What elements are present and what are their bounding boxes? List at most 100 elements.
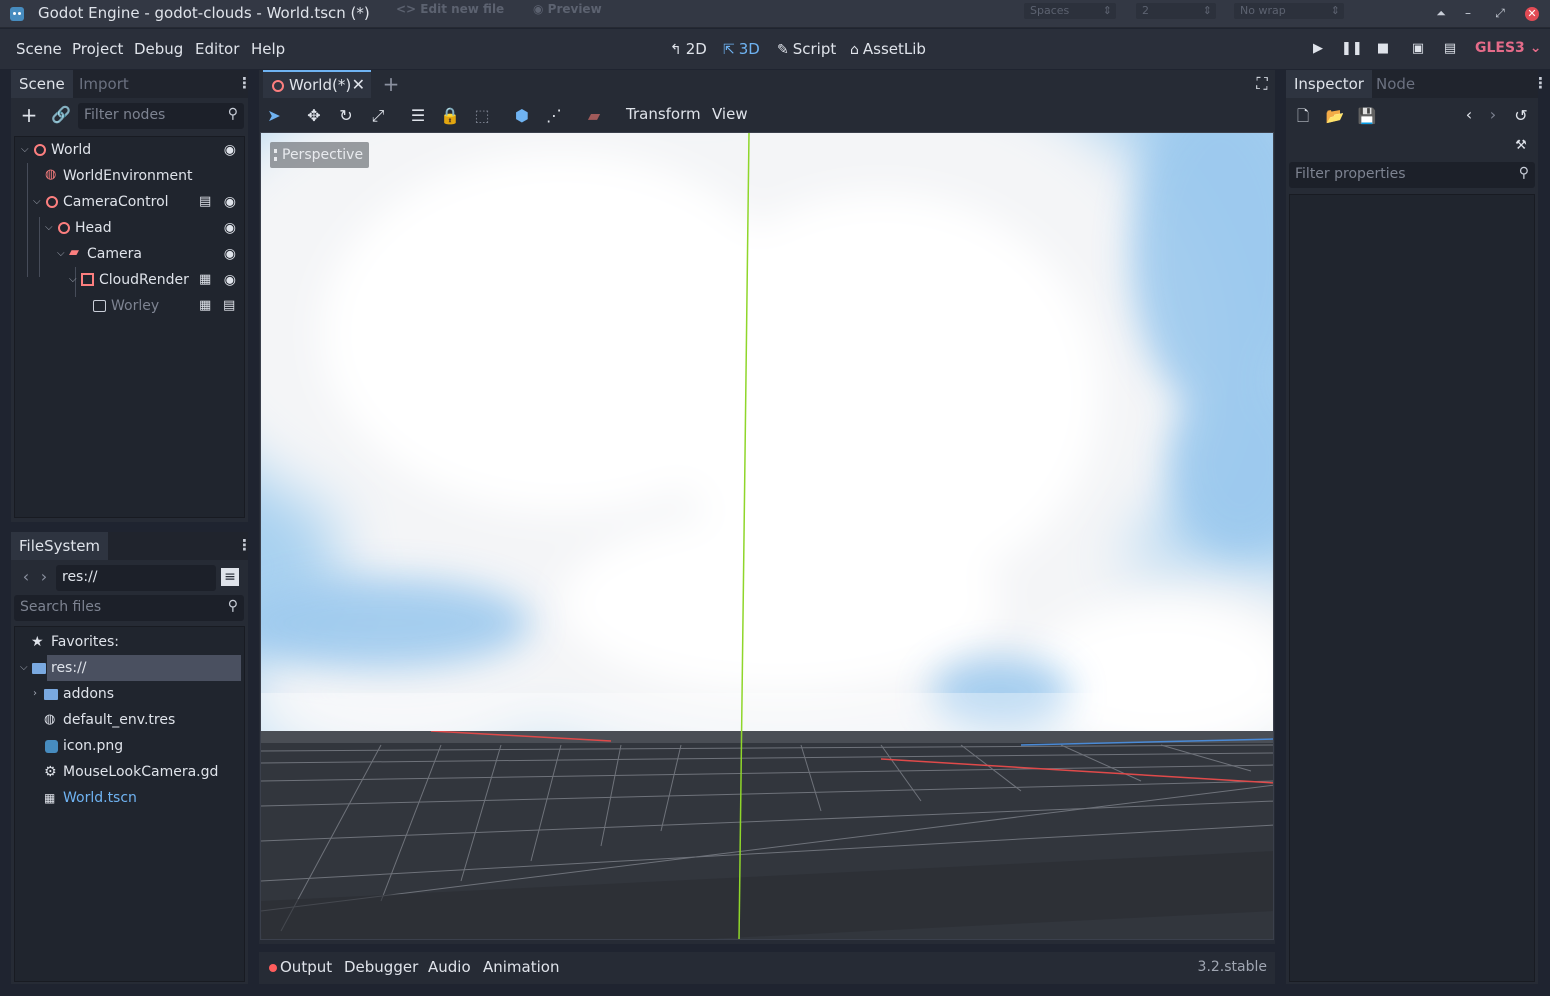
bottom-panel-bar: Output Debugger Audio Animation 3.2.stab… xyxy=(259,952,1275,984)
tab-import[interactable]: Import xyxy=(71,70,137,98)
workspace-2d-button[interactable]: ↰ 2D xyxy=(670,40,707,58)
chevron-down-icon[interactable]: ⌵ xyxy=(69,267,77,293)
menu-project[interactable]: Project xyxy=(72,40,123,58)
open-in-editor-icon[interactable]: ▦ xyxy=(199,293,211,319)
save-icon[interactable]: 💾 xyxy=(1357,106,1377,126)
group-icon[interactable]: ⬚ xyxy=(472,106,492,126)
select-tool-icon[interactable]: ➤ xyxy=(264,106,284,126)
menu-help[interactable]: Help xyxy=(251,40,285,58)
chevron-down-icon[interactable]: ⌵ xyxy=(57,241,65,267)
scale-tool-icon[interactable]: ⤢ xyxy=(368,106,388,126)
visibility-eye-icon[interactable]: ◉ xyxy=(224,189,236,215)
tab-scene[interactable]: Scene xyxy=(11,70,73,98)
path-field[interactable]: res:// xyxy=(56,565,216,591)
open-folder-icon[interactable]: 📂 xyxy=(1325,106,1345,126)
filter-nodes-input[interactable]: Filter nodes ⚲ xyxy=(78,103,244,129)
add-node-icon[interactable]: + xyxy=(19,105,39,125)
menu-scene[interactable]: Scene xyxy=(16,40,62,58)
script-icon[interactable]: ▤ xyxy=(223,293,235,319)
history-forward-icon[interactable]: › xyxy=(1483,105,1503,125)
close-window-icon[interactable]: ✕ xyxy=(1525,7,1539,21)
tree-node-worldenvironment[interactable]: ◍ WorldEnvironment xyxy=(15,163,244,189)
script-icon[interactable]: ▤ xyxy=(199,189,211,215)
file-item-world-tscn[interactable]: ▦ World.tscn xyxy=(15,785,244,811)
chevron-down-icon[interactable]: ⌵ xyxy=(21,137,29,163)
tree-node-worley[interactable]: Worley ▦ ▤ xyxy=(15,293,244,319)
stop-icon[interactable]: ■ xyxy=(1374,41,1392,57)
tab-debugger[interactable]: Debugger xyxy=(344,958,418,976)
play-custom-scene-icon[interactable]: ▤ xyxy=(1441,41,1459,57)
file-item-addons[interactable]: › addons xyxy=(15,681,244,707)
keep-above-icon[interactable]: ⏶ xyxy=(1432,4,1450,22)
new-scene-tab-icon[interactable]: + xyxy=(381,74,401,94)
instance-scene-icon[interactable]: 🔗 xyxy=(51,105,71,125)
scene-dock-menu-icon[interactable] xyxy=(237,74,252,92)
gear-icon: ⚙ xyxy=(44,764,57,780)
object-properties-icon[interactable]: ⚒ xyxy=(1511,136,1531,156)
play-icon[interactable]: ▶ xyxy=(1309,41,1327,57)
visibility-eye-icon[interactable]: ◉ xyxy=(224,137,236,163)
3d-icon: ⇱ xyxy=(723,42,735,58)
favorites-item[interactable]: ★ Favorites: xyxy=(15,629,244,655)
tab-output[interactable]: Output xyxy=(269,958,332,976)
file-item-default-env[interactable]: ◍ default_env.tres xyxy=(15,707,244,733)
search-files-input[interactable]: Search files ⚲ xyxy=(14,595,244,621)
tree-node-camera[interactable]: ⌵ ▰ Camera ◉ xyxy=(15,241,244,267)
visibility-eye-icon[interactable]: ◉ xyxy=(224,215,236,241)
chevron-down-icon[interactable]: ⌵ xyxy=(20,655,28,681)
tree-node-world[interactable]: ⌵ World ◉ xyxy=(15,137,244,163)
open-in-editor-icon[interactable]: ▦ xyxy=(199,267,211,293)
indent-mode-select: Spaces xyxy=(1024,3,1116,19)
new-resource-icon[interactable]: 🗋 xyxy=(1293,106,1313,126)
chevron-down-icon[interactable]: ⌵ xyxy=(33,189,41,215)
tab-filesystem[interactable]: FileSystem xyxy=(11,532,109,560)
inspector-menu-icon[interactable] xyxy=(1533,74,1548,92)
close-icon[interactable]: ✕ xyxy=(352,75,365,94)
forward-arrow-icon[interactable]: › xyxy=(34,567,54,587)
tab-node[interactable]: Node xyxy=(1368,70,1423,98)
chevron-right-icon[interactable]: › xyxy=(33,681,37,707)
path-value: res:// xyxy=(62,569,98,585)
menu-editor[interactable]: Editor xyxy=(195,40,239,58)
minimize-icon[interactable]: – xyxy=(1459,4,1477,22)
scene-tab-world[interactable]: World(*) ✕ xyxy=(263,70,371,98)
history-icon[interactable]: ↺ xyxy=(1511,106,1531,126)
lock-icon[interactable]: 🔒 xyxy=(440,106,460,126)
split-view-icon[interactable]: ≡ xyxy=(221,568,239,586)
3d-viewport[interactable]: Perspective xyxy=(260,132,1274,940)
file-item-mouselookcamera[interactable]: ⚙ MouseLookCamera.gd xyxy=(15,759,244,785)
filesystem-menu-icon[interactable] xyxy=(237,536,252,554)
back-arrow-icon[interactable]: ‹ xyxy=(16,567,36,587)
tree-node-head[interactable]: ⌵ Head ◉ xyxy=(15,215,244,241)
maximize-icon[interactable]: ⤢ xyxy=(1491,4,1509,22)
pause-icon[interactable]: ❚❚ xyxy=(1341,41,1363,57)
move-tool-icon[interactable]: ✥ xyxy=(304,106,324,126)
distraction-free-icon[interactable]: ⛶ xyxy=(1252,74,1272,94)
tab-inspector[interactable]: Inspector xyxy=(1286,70,1372,98)
chevron-down-icon[interactable]: ⌵ xyxy=(45,215,53,241)
transform-menu[interactable]: Transform xyxy=(626,105,701,123)
tree-node-cameracontrol[interactable]: ⌵ CameraControl ▤ ◉ xyxy=(15,189,244,215)
rotate-tool-icon[interactable]: ↻ xyxy=(336,106,356,126)
tab-animation[interactable]: Animation xyxy=(483,958,559,976)
workspace-script-button[interactable]: ✎ Script xyxy=(777,40,836,58)
workspace-3d-button[interactable]: ⇱ 3D xyxy=(723,40,760,58)
file-item-icon-png[interactable]: icon.png xyxy=(15,733,244,759)
visibility-eye-icon[interactable]: ◉ xyxy=(224,267,236,293)
view-menu[interactable]: View xyxy=(712,105,748,123)
tree-node-cloudrender[interactable]: ⌵ CloudRender ▦ ◉ xyxy=(15,267,244,293)
tab-audio[interactable]: Audio xyxy=(428,958,471,976)
filter-properties-input[interactable]: Filter properties ⚲ xyxy=(1289,162,1535,188)
menu-debug[interactable]: Debug xyxy=(134,40,183,58)
renderer-select[interactable]: GLES3 ⌄ xyxy=(1475,40,1541,56)
snap-icon[interactable]: ⋰ xyxy=(544,106,564,126)
list-select-icon[interactable]: ☰ xyxy=(408,106,428,126)
visibility-eye-icon[interactable]: ◉ xyxy=(224,241,236,267)
workspace-assetlib-button[interactable]: ⌂ AssetLib xyxy=(850,40,926,58)
camera-preview-icon[interactable]: ▰ xyxy=(584,106,604,126)
play-scene-icon[interactable]: ▣ xyxy=(1409,41,1427,57)
history-back-icon[interactable]: ‹ xyxy=(1459,105,1479,125)
perspective-menu[interactable]: Perspective xyxy=(270,142,370,168)
file-item-res[interactable]: ⌵ res:// xyxy=(15,655,244,681)
local-space-icon[interactable]: ⬢ xyxy=(512,106,532,126)
